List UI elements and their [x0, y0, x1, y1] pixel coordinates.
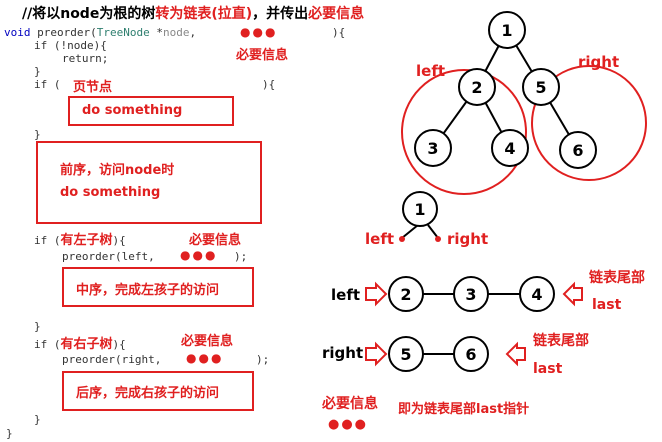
tree-left-label: left — [416, 62, 445, 80]
list-left-node-3-label: 3 — [465, 285, 476, 304]
list-left-label: left — [331, 286, 360, 304]
list-left-node-4-label: 4 — [531, 285, 542, 304]
list-right-label: right — [322, 344, 363, 362]
small-left-label: left — [365, 230, 394, 248]
list-right-tail-label: 链表尾部 — [533, 332, 589, 349]
small-tree-node-label: 1 — [414, 200, 425, 219]
small-edge-right — [427, 224, 439, 239]
list-right-node-6-label: 6 — [465, 345, 476, 364]
tree-right-label: right — [578, 53, 619, 71]
footer-desc: 即为链表尾部last指针 — [398, 401, 529, 417]
tree-node-4-label: 4 — [504, 139, 515, 158]
small-right-dot — [435, 236, 441, 242]
small-edge-left — [401, 224, 419, 239]
tree-diagrams: left right 1 2 5 3 4 6 1 left right left… — [321, 11, 647, 432]
footer-info: 必要信息 — [321, 395, 378, 412]
list-right-tail-arrow — [505, 341, 526, 367]
tree-node-5-label: 5 — [535, 78, 546, 97]
tree-node-1-label: 1 — [501, 21, 512, 40]
tree-node-6-label: 6 — [572, 141, 583, 160]
footer-dots: ●●● — [328, 417, 368, 432]
list-left-tail-label: 链表尾部 — [589, 269, 645, 286]
tree-nodes: 1 2 5 3 4 6 — [414, 11, 597, 169]
list-left-tail-word: last — [592, 297, 622, 313]
list-right-arrow — [365, 341, 388, 367]
small-right-label: right — [447, 230, 488, 248]
tree-node-2-label: 2 — [471, 78, 482, 97]
list-right-node-5-label: 5 — [400, 345, 411, 364]
list-left-arrow — [365, 281, 388, 307]
tree-node-3-label: 3 — [427, 139, 438, 158]
list-left-node-2-label: 2 — [400, 285, 411, 304]
list-left-tail-arrow — [562, 281, 583, 307]
list-right-tail-word: last — [533, 361, 563, 377]
small-left-dot — [399, 236, 405, 242]
